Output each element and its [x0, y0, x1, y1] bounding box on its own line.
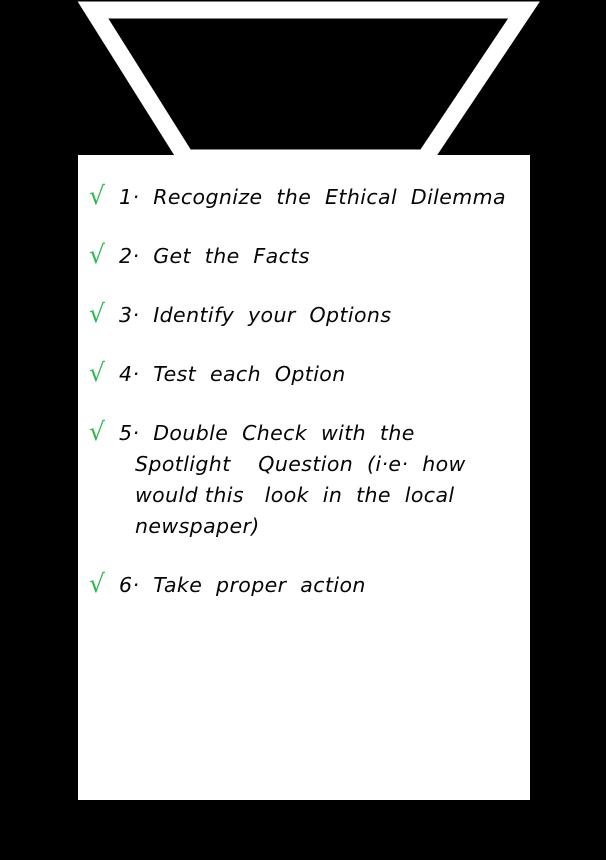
- check-icon: √: [89, 417, 105, 446]
- list-item-label: 2· Get the Facts: [119, 244, 310, 268]
- check-icon: √: [89, 358, 105, 387]
- check-icon: √: [89, 181, 105, 210]
- list-item-label: 6· Take proper action: [119, 573, 366, 597]
- list-item-label: 1· Recognize the Ethical Dilemma: [119, 185, 506, 209]
- list-item-label: 5· Double Check with the Spotlight Questi…: [119, 421, 466, 538]
- screenshot-canvas: √ 1· Recognize the Ethical Dilemma √ 2· …: [0, 0, 606, 860]
- check-icon: √: [89, 240, 105, 269]
- check-icon: √: [89, 569, 105, 598]
- list-item[interactable]: √ 3· Identify your Options: [88, 299, 520, 331]
- list-item-label: 3· Identify your Options: [119, 303, 392, 327]
- list-item-label: 4· Test each Option: [119, 362, 346, 386]
- list-item[interactable]: √ 4· Test each Option: [88, 358, 520, 390]
- list-item[interactable]: √ 1· Recognize the Ethical Dilemma: [88, 181, 520, 213]
- list-item[interactable]: √ 6· Take proper action: [88, 569, 520, 601]
- checklist: √ 1· Recognize the Ethical Dilemma √ 2· …: [88, 181, 520, 601]
- check-icon: √: [89, 299, 105, 328]
- list-item[interactable]: √ 5· Double Check with the Spotlight Ques…: [88, 417, 520, 542]
- checklist-card: √ 1· Recognize the Ethical Dilemma √ 2· …: [78, 155, 530, 800]
- list-item[interactable]: √ 2· Get the Facts: [88, 240, 520, 272]
